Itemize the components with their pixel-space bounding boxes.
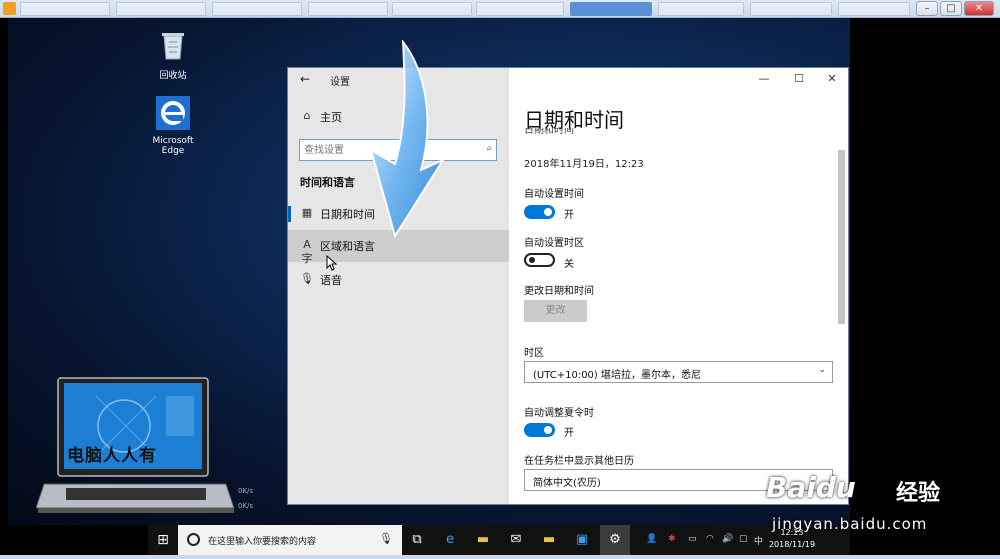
mail-icon[interactable]: ✉	[501, 525, 531, 555]
back-arrow-icon[interactable]: ←	[300, 72, 310, 86]
net-speed-down: 0K/s	[238, 502, 254, 510]
player-logo-icon	[3, 2, 16, 15]
frame-left	[0, 18, 8, 525]
player-tab[interactable]	[308, 2, 388, 16]
edge-label: Microsoft Edge	[152, 136, 194, 156]
taskbar: ⊞ 在这里输入你要搜索的内容 🎙 ⧉ e ▬ ✉ ▬ ▣ ⚙ 👤 ✱ ▭ ◠ 🔊…	[148, 525, 850, 555]
language-icon: A字	[301, 238, 313, 265]
player-tab[interactable]	[838, 2, 910, 16]
clipped-heading: 日期和时间	[524, 128, 574, 136]
search-icon[interactable]: ⌕	[486, 143, 492, 154]
player-tab[interactable]	[476, 2, 564, 16]
player-bottom-bar	[0, 555, 1000, 559]
nav-section-heading: 时间和语言	[300, 176, 355, 189]
change-button[interactable]: 更改	[524, 300, 587, 322]
auto-tz-label: 自动设置时区	[524, 238, 584, 249]
frame-right	[850, 18, 1000, 525]
scrollbar[interactable]	[838, 150, 845, 324]
player-minimize-button[interactable]: –	[916, 1, 938, 16]
home-icon: ⌂	[303, 109, 311, 122]
people-icon[interactable]: 👤	[646, 534, 657, 544]
current-datetime: 2018年11月19日，12:23	[524, 159, 644, 170]
watermark-cn: 经验	[896, 481, 941, 506]
microphone-icon[interactable]: 🎙	[379, 532, 393, 545]
calendar-label: 在任务栏中显示其他日历	[524, 456, 634, 467]
player-tab[interactable]	[20, 2, 110, 16]
edge-shortcut[interactable]: Microsoft Edge	[148, 96, 198, 156]
net-speed-up: 0K/s	[238, 487, 254, 495]
watermark-brand: Baidu	[766, 471, 856, 504]
calendar-value: 简体中文(农历)	[533, 478, 601, 489]
player-tab[interactable]	[116, 2, 206, 16]
auto-time-toggle[interactable]	[524, 205, 555, 219]
volume-icon[interactable]: 🔊	[722, 534, 733, 544]
microphone-icon: 🎙	[300, 272, 314, 285]
cortana-icon[interactable]	[187, 533, 200, 546]
recycle-bin-label: 回收站	[159, 71, 187, 81]
windows-start-icon[interactable]: ⊞	[148, 525, 178, 555]
auto-tz-state: 关	[564, 259, 574, 270]
baidu-watermark: Baidu 经验 jingyan.baidu.com	[766, 455, 996, 550]
tutorial-arrow-icon	[369, 40, 446, 239]
settings-gear-icon[interactable]: ⚙	[600, 525, 630, 555]
change-datetime-label: 更改日期和时间	[524, 286, 594, 297]
recycle-bin-shortcut[interactable]: 回收站	[148, 28, 198, 81]
nav-home-label: 主页	[320, 111, 342, 124]
settings-title: 设置	[330, 77, 350, 88]
player-titlebar: – □ ✕	[0, 0, 1000, 18]
timezone-dropdown[interactable]: (UTC+10:00) 堪培拉，墨尔本，悉尼 ⌄	[524, 361, 833, 383]
timezone-value: (UTC+10:00) 堪培拉，墨尔本，悉尼	[533, 370, 702, 381]
settings-content: — ☐ ✕ 日期和时间 日期和时间 2018年11月19日，12:23 自动设置…	[509, 68, 848, 504]
edge-taskbar-icon[interactable]: e	[435, 525, 465, 555]
security-icon[interactable]: ✱	[668, 534, 676, 544]
maximize-button[interactable]: ☐	[784, 70, 814, 88]
selected-indicator	[288, 206, 291, 222]
recycle-bin-icon	[162, 33, 184, 60]
dst-toggle[interactable]	[524, 423, 555, 437]
nav-item-label: 区域和语言	[320, 240, 375, 253]
nav-item-speech[interactable]: 🎙 语音	[288, 264, 509, 296]
logo-text: 电脑人人有	[67, 446, 157, 466]
wifi-icon[interactable]: ◠	[706, 534, 714, 544]
folder-icon[interactable]: ▬	[534, 525, 564, 555]
task-view-icon[interactable]: ⧉	[402, 525, 432, 555]
battery-icon[interactable]: ▭	[688, 534, 697, 544]
calendar-clock-icon: ▦	[301, 206, 313, 219]
auto-time-label: 自动设置时间	[524, 189, 584, 200]
player-tab[interactable]	[658, 2, 744, 16]
timezone-label: 时区	[524, 348, 544, 359]
minimize-button[interactable]: —	[749, 70, 779, 88]
window-app-icon[interactable]: ▣	[567, 525, 597, 555]
player-tab[interactable]	[750, 2, 832, 16]
auto-time-state: 开	[564, 210, 574, 221]
dst-label: 自动调整夏令时	[524, 408, 594, 419]
taskbar-search-placeholder: 在这里输入你要搜索的内容	[208, 537, 317, 547]
dst-state: 开	[564, 428, 574, 439]
file-explorer-icon[interactable]: ▬	[468, 525, 498, 555]
notification-icon[interactable]: ▢	[739, 534, 748, 544]
close-button[interactable]: ✕	[817, 70, 847, 88]
player-tab[interactable]	[392, 2, 472, 16]
player-tab[interactable]	[212, 2, 302, 16]
player-tab-active[interactable]	[570, 2, 652, 16]
auto-tz-toggle[interactable]	[524, 253, 555, 267]
taskbar-search[interactable]: 在这里输入你要搜索的内容 🎙	[178, 525, 402, 555]
player-close-button[interactable]: ✕	[964, 1, 994, 16]
edge-icon	[156, 96, 190, 130]
input-language[interactable]: 中	[754, 534, 763, 547]
watermark-url: jingyan.baidu.com	[772, 515, 928, 533]
nav-item-label: 语音	[320, 274, 342, 287]
player-maximize-button[interactable]: □	[940, 1, 962, 16]
chevron-down-icon: ⌄	[818, 365, 826, 375]
